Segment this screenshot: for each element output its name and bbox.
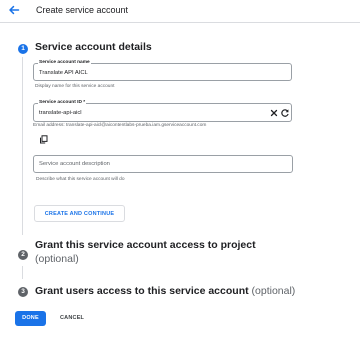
page-header: Create service account (0, 0, 360, 22)
service-account-id-label: Service account ID * (38, 100, 87, 105)
service-account-name-value: Translate API AICL (39, 70, 88, 76)
step-1-number: 1 (18, 44, 28, 54)
create-and-continue-button[interactable]: CREATE AND CONTINUE (34, 205, 125, 222)
close-icon[interactable] (269, 108, 279, 118)
step-1-connector-line (22, 57, 23, 235)
arrow-back-icon[interactable] (7, 3, 21, 17)
service-account-id-field[interactable]: Service account ID * translate-api-aicl (33, 100, 292, 122)
page-title: Create service account (36, 5, 129, 15)
step-3-title: Grant users access to this service accou… (35, 285, 249, 297)
done-button[interactable]: DONE (15, 311, 46, 326)
step-3-header[interactable]: Grant users access to this service accou… (35, 285, 295, 297)
refresh-icon[interactable] (280, 108, 290, 118)
step-2-optional-label: (optional) (35, 253, 79, 265)
step-2-title[interactable]: Grant this service account access to pro… (35, 239, 256, 251)
service-account-description-field[interactable]: Service account description (33, 155, 293, 173)
service-account-id-value: translate-api-aicl (39, 110, 82, 116)
step-3-number: 3 (18, 287, 28, 297)
service-account-description-placeholder: Service account description (39, 161, 110, 167)
step-2-number: 2 (18, 250, 28, 260)
step-2-connector-line (22, 266, 23, 279)
service-account-name-label: Service account name (38, 60, 91, 65)
service-account-name-field[interactable]: Service account name Translate API AICL (33, 60, 292, 81)
service-account-name-hint: Display name for this service account (35, 84, 115, 89)
step-1-title: Service account details (35, 41, 152, 53)
service-account-description-hint: Describe what this service account will … (36, 177, 125, 182)
service-account-email-text: Email address: translate-api-aicl@aicont… (33, 123, 207, 128)
copy-icon[interactable] (39, 135, 48, 144)
header-divider (0, 22, 360, 23)
step-3-optional-label: (optional) (251, 285, 296, 297)
cancel-button[interactable]: CANCEL (60, 311, 84, 325)
